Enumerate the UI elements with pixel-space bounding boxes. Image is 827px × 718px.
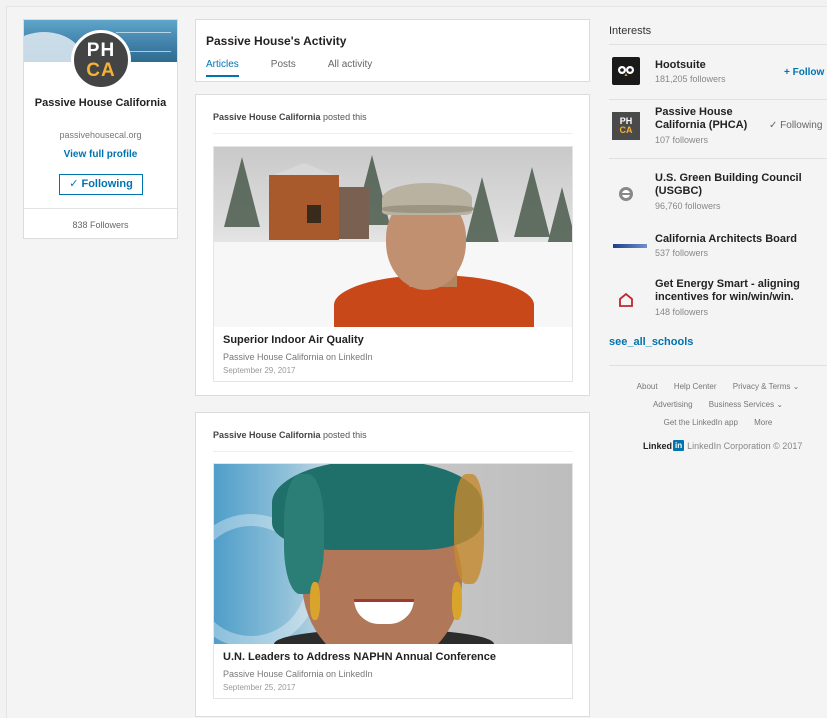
usgbc-logo-icon [612, 180, 640, 208]
linkedin-wordmark: Linked [643, 440, 673, 451]
footer-link-help-center[interactable]: Help Center [674, 382, 717, 391]
post-header: Passive House California posted this [213, 112, 367, 122]
person-hat-brim [382, 205, 474, 213]
footer-row: Get the LinkedIn app More [609, 418, 827, 427]
post-author[interactable]: Passive House California [213, 430, 321, 440]
follow-button[interactable]: + Follow [784, 67, 824, 78]
interest-item-energy-smart[interactable]: Get Energy Smart - aligning incentives f… [609, 278, 827, 322]
interest-name[interactable]: Hootsuite [655, 59, 805, 72]
following-button[interactable]: ✓ Following [59, 174, 143, 195]
copyright: LinkedIn Corporation © 2017 [687, 440, 803, 451]
view-profile-link[interactable]: View full profile [24, 149, 177, 160]
divider [609, 158, 827, 159]
activity-title: Passive House's Activity [206, 34, 347, 48]
footer-link-business-services[interactable]: Business Services ⌄ [709, 400, 783, 409]
interest-followers: 148 followers [655, 307, 709, 317]
article-image[interactable] [214, 147, 572, 327]
divider [609, 365, 827, 366]
divider [609, 99, 827, 100]
footer-row: About Help Center Privacy & Terms ⌄ [609, 382, 827, 391]
logo-line2: CA [86, 59, 116, 81]
article-date: September 25, 2017 [223, 683, 296, 692]
divider [213, 451, 573, 452]
profile-url: passivehousecal.org [59, 130, 142, 140]
profile-name[interactable]: Passive House California [24, 96, 177, 111]
tab-articles[interactable]: Articles [206, 59, 239, 77]
logo-line1: PH [86, 39, 116, 61]
post-action: posted this [320, 112, 367, 122]
footer-link-advertising[interactable]: Advertising [653, 400, 693, 409]
see-all-link[interactable]: see_all_schools [609, 336, 693, 348]
following-button[interactable]: ✓ Following [769, 120, 822, 131]
company-logo[interactable]: PH CA [71, 30, 131, 90]
cabin-side [339, 187, 369, 239]
interest-item-hootsuite[interactable]: Hootsuite 181,205 followers + Follow [609, 56, 827, 96]
article-image[interactable] [214, 464, 572, 644]
interest-item-usgbc[interactable]: U.S. Green Building Council (USGBC) 96,7… [609, 172, 827, 216]
tree-shape [224, 157, 260, 227]
article-source: Passive House California on LinkedIn [223, 669, 373, 679]
interest-followers: 96,760 followers [655, 201, 721, 211]
interest-name[interactable]: Get Energy Smart - aligning incentives f… [655, 278, 805, 304]
interest-name[interactable]: Passive House California (PHCA) [655, 106, 765, 132]
post-action: posted this [320, 430, 367, 440]
interest-item-cab[interactable]: California Architects Board 537 follower… [609, 232, 827, 262]
footer-link-get-app[interactable]: Get the LinkedIn app [664, 418, 738, 427]
linkedin-in-icon: in [673, 440, 685, 451]
divider [213, 133, 573, 134]
interest-item-phca[interactable]: PH CA Passive House California (PHCA) 107… [609, 106, 827, 150]
activity-tabs: Articles Posts All activity [206, 59, 404, 77]
post-author[interactable]: Passive House California [213, 112, 321, 122]
profile-card: PH CA Passive House California passiveho… [23, 19, 178, 239]
earring [310, 582, 320, 620]
followers-count: 838 Followers [72, 220, 129, 230]
article-title[interactable]: Superior Indoor Air Quality [223, 334, 364, 346]
footer-row: Advertising Business Services ⌄ [609, 400, 827, 409]
article-source: Passive House California on LinkedIn [223, 352, 373, 362]
portrait-headwrap-tail [454, 474, 484, 584]
earring [452, 582, 462, 620]
house-logo-icon [612, 286, 640, 314]
interest-followers: 107 followers [655, 135, 709, 145]
article-card[interactable]: U.N. Leaders to Address NAPHN Annual Con… [213, 463, 573, 699]
activity-header: Passive House's Activity Articles Posts … [195, 19, 590, 82]
interest-followers: 537 followers [655, 248, 709, 258]
interest-name[interactable]: California Architects Board [655, 233, 805, 246]
post-header: Passive House California posted this [213, 430, 367, 440]
footer-link-more[interactable]: More [754, 418, 772, 427]
cabin-window [307, 205, 321, 223]
phca-logo-icon: PH CA [612, 112, 640, 140]
article-card[interactable]: Superior Indoor Air Quality Passive Hous… [213, 146, 573, 382]
divider [609, 44, 827, 45]
footer-link-privacy-terms[interactable]: Privacy & Terms ⌄ [733, 382, 800, 391]
cabin [269, 175, 339, 240]
tab-posts[interactable]: Posts [271, 59, 296, 77]
owl-icon [612, 57, 640, 85]
article-title[interactable]: U.N. Leaders to Address NAPHN Annual Con… [223, 651, 496, 663]
post-card: Passive House California posted this Sup… [195, 94, 590, 396]
footer-link-about[interactable]: About [637, 382, 658, 391]
tab-all-activity[interactable]: All activity [328, 59, 372, 77]
interests-title: Interests [609, 25, 652, 37]
interest-name[interactable]: U.S. Green Building Council (USGBC) [655, 172, 805, 198]
divider [24, 208, 177, 209]
article-date: September 29, 2017 [223, 366, 296, 375]
interest-followers: 181,205 followers [655, 74, 726, 84]
footer-brand: Linked in LinkedIn Corporation © 2017 [643, 440, 802, 451]
post-card: Passive House California posted this U.N… [195, 412, 590, 717]
portrait-headwrap-side [284, 474, 324, 594]
cab-logo-icon [612, 232, 648, 260]
